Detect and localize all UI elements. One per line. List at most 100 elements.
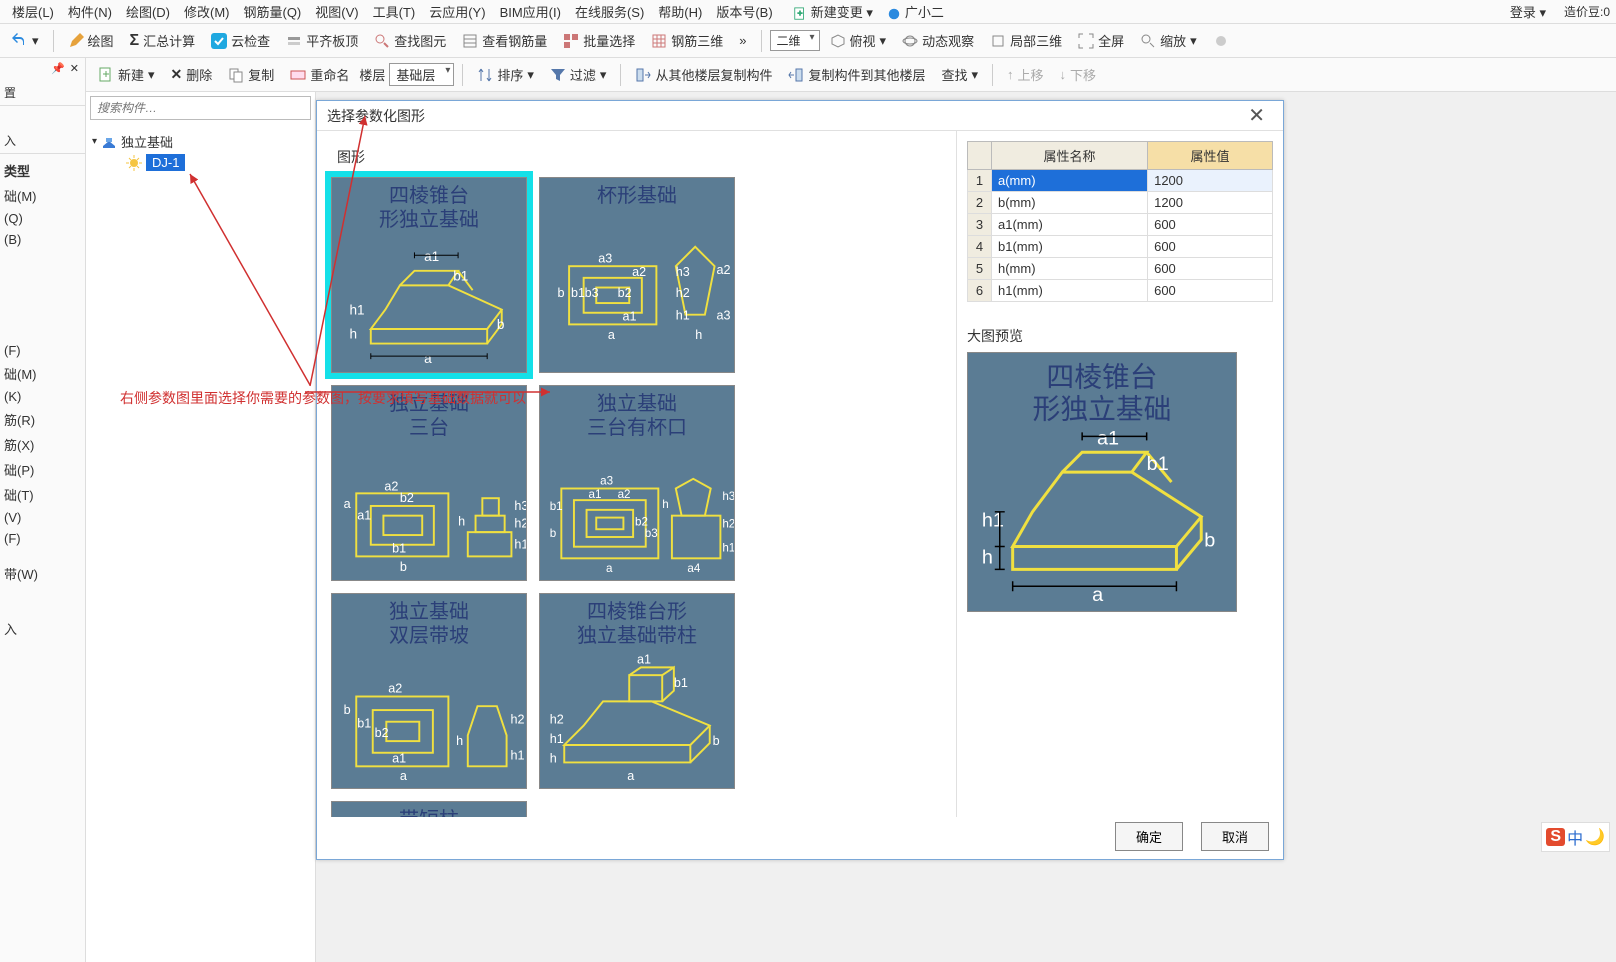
gear-sun-icon	[126, 155, 142, 171]
list-item[interactable]: 筋(R)	[0, 407, 85, 432]
topview-button[interactable]: 俯视 ▾	[824, 28, 893, 53]
cube-icon	[830, 33, 846, 49]
shape-card-three-tier[interactable]: 独立基础 三台 a2b2 aa1 b1b h3h2h1 h	[331, 385, 527, 581]
list-item[interactable]: 带(W)	[0, 561, 85, 586]
shape-card-frustum-column[interactable]: 四棱锥台形 独立基础带柱 a1b1 h2h1h ba	[539, 593, 735, 789]
pin-icon[interactable]: 📌	[51, 62, 65, 75]
menu-bim[interactable]: BIM应用(I)	[494, 0, 567, 23]
fullscreen-button[interactable]: 全屏	[1072, 28, 1130, 53]
view2d-dropdown[interactable]: 二维	[770, 30, 820, 51]
gxe-button[interactable]: 广小二	[881, 0, 950, 23]
list-item[interactable]: 入	[0, 616, 85, 641]
annotation-text: 右侧参数图里面选择你需要的参数图，按要求填写基础数据就可以	[120, 388, 526, 408]
draw-button[interactable]: 绘图	[62, 28, 120, 53]
col-name: 属性名称	[992, 142, 1148, 170]
menu-draw[interactable]: 绘图(D)	[120, 0, 176, 23]
tree-root[interactable]: ▾ 独立基础	[92, 130, 309, 153]
list-item[interactable]: (F)	[0, 528, 85, 549]
ime-badge[interactable]: S 中 🌙	[1541, 822, 1610, 852]
dynview-button[interactable]: 动态观察	[896, 28, 980, 53]
menu-floor[interactable]: 楼层(L)	[6, 0, 60, 23]
table-row[interactable]: 3a1(mm)600	[968, 214, 1273, 236]
findelem-button[interactable]: 查找图元	[368, 28, 452, 53]
undo-icon	[12, 33, 28, 49]
sumcalc-button[interactable]: Σ汇总计算	[124, 28, 202, 53]
zoom-icon	[1140, 33, 1156, 49]
list-item[interactable]: 础(M)	[0, 361, 85, 386]
undo-button[interactable]: ▾	[6, 30, 45, 52]
svg-text:a2: a2	[717, 263, 731, 277]
shape-card-frustum[interactable]: 四棱锥台 形独立基础 a1b1 h1h ba	[331, 177, 527, 373]
orbit-icon	[902, 33, 918, 49]
shape-card-short-column-cup[interactable]: 带短柱 杯口独立基础 y2 y1 b x1a h4h3h2h1	[331, 801, 527, 817]
menu-help[interactable]: 帮助(H)	[652, 0, 708, 23]
toolbar-end-icon[interactable]	[1207, 30, 1235, 52]
dialog-titlebar: 选择参数化图形 ✕	[317, 101, 1283, 131]
list-item[interactable]: 筋(X)	[0, 432, 85, 457]
shape-card-cup[interactable]: 杯形基础 bb1b3b2 a3a2 aa1 a2h3h2h1a3h	[539, 177, 735, 373]
svg-text:h1: h1	[722, 542, 734, 555]
checkrebar-button[interactable]: 查看钢筋量	[456, 28, 553, 53]
menu-view[interactable]: 视图(V)	[309, 0, 364, 23]
dialog-close-button[interactable]: ✕	[1240, 103, 1273, 128]
menu-cloud[interactable]: 云应用(Y)	[423, 0, 491, 23]
local3d-button[interactable]: 局部三维	[984, 28, 1068, 53]
list-item[interactable]: (B)	[0, 229, 85, 250]
menu-tools[interactable]: 工具(T)	[367, 0, 422, 23]
list-item[interactable]: 础(T)	[0, 482, 85, 507]
rebar3d-button[interactable]: 钢筋三维	[645, 28, 729, 53]
list-item[interactable]: 础(M)	[0, 183, 85, 208]
list-item[interactable]: (F)	[0, 340, 85, 361]
component-tree: ▾ 独立基础 DJ-1	[86, 124, 315, 178]
svg-text:a: a	[627, 769, 634, 783]
svg-text:b1: b1	[571, 286, 585, 300]
ok-button[interactable]: 确定	[1115, 822, 1183, 851]
table-row[interactable]: 2b(mm)1200	[968, 192, 1273, 214]
svg-text:b1: b1	[674, 676, 688, 690]
svg-text:h: h	[982, 546, 993, 568]
menu-version[interactable]: 版本号(B)	[710, 0, 778, 23]
panel-tab-1[interactable]: 置	[0, 80, 85, 106]
new-change-button[interactable]: 新建变更 ▾	[787, 0, 879, 23]
menu-online[interactable]: 在线服务(S)	[569, 0, 650, 23]
list-item[interactable]: (K)	[0, 386, 85, 407]
cancel-button[interactable]: 取消	[1201, 822, 1269, 851]
cloudcheck-button[interactable]: 云检查	[205, 28, 276, 53]
close-panel-icon[interactable]: ✕	[70, 62, 79, 75]
shape-card-double-slope[interactable]: 独立基础 双层带坡 a2 bb1b2 aa1 h2h1h	[331, 593, 527, 789]
toolbar-more[interactable]: »	[733, 30, 752, 51]
batch-icon	[563, 33, 579, 49]
shape-title: 杯形基础	[597, 178, 677, 208]
svg-text:a: a	[608, 328, 615, 342]
svg-text:b2: b2	[618, 286, 632, 300]
svg-text:h2: h2	[514, 516, 526, 530]
foundation-icon	[101, 134, 117, 150]
menu-rebar[interactable]: 钢筋量(Q)	[237, 0, 307, 23]
menu-modify[interactable]: 修改(M)	[178, 0, 236, 23]
svg-text:b: b	[400, 560, 407, 574]
table-row[interactable]: 6h1(mm)600	[968, 280, 1273, 302]
menu-component[interactable]: 构件(N)	[62, 0, 118, 23]
search-input[interactable]	[90, 96, 311, 120]
list-item[interactable]: 础(P)	[0, 457, 85, 482]
panel-tab-2[interactable]: 入	[0, 128, 85, 154]
svg-text:a: a	[424, 351, 432, 366]
list-item[interactable]: (Q)	[0, 208, 85, 229]
table-row[interactable]: 4b1(mm)600	[968, 236, 1273, 258]
svg-text:h1: h1	[982, 510, 1004, 532]
list-item[interactable]: (V)	[0, 507, 85, 528]
svg-text:h: h	[695, 328, 702, 342]
batchselect-button[interactable]: 批量选择	[557, 28, 641, 53]
preview-section-label: 大图预览	[967, 326, 1273, 346]
flattop-icon	[286, 33, 302, 49]
shape-card-three-tier-cup[interactable]: 独立基础 三台有杯口 a3a1a2 b1bb2b3 a h3h2h1 ha4	[539, 385, 735, 581]
table-row[interactable]: 5h(mm)600	[968, 258, 1273, 280]
table-row[interactable]: 1a(mm)1200	[968, 170, 1273, 192]
preview-box: 四棱锥台 形独立基础 a1b1 h1h ba	[967, 352, 1237, 612]
login-link[interactable]: 登录 ▾	[1504, 0, 1552, 23]
flattop-button[interactable]: 平齐板顶	[280, 28, 364, 53]
tree-child-dj1[interactable]: DJ-1	[122, 153, 309, 172]
zoom-button[interactable]: 缩放 ▾	[1134, 28, 1203, 53]
shape-title: 独立基础 三台有杯口	[587, 386, 687, 440]
svg-text:b: b	[344, 703, 351, 717]
